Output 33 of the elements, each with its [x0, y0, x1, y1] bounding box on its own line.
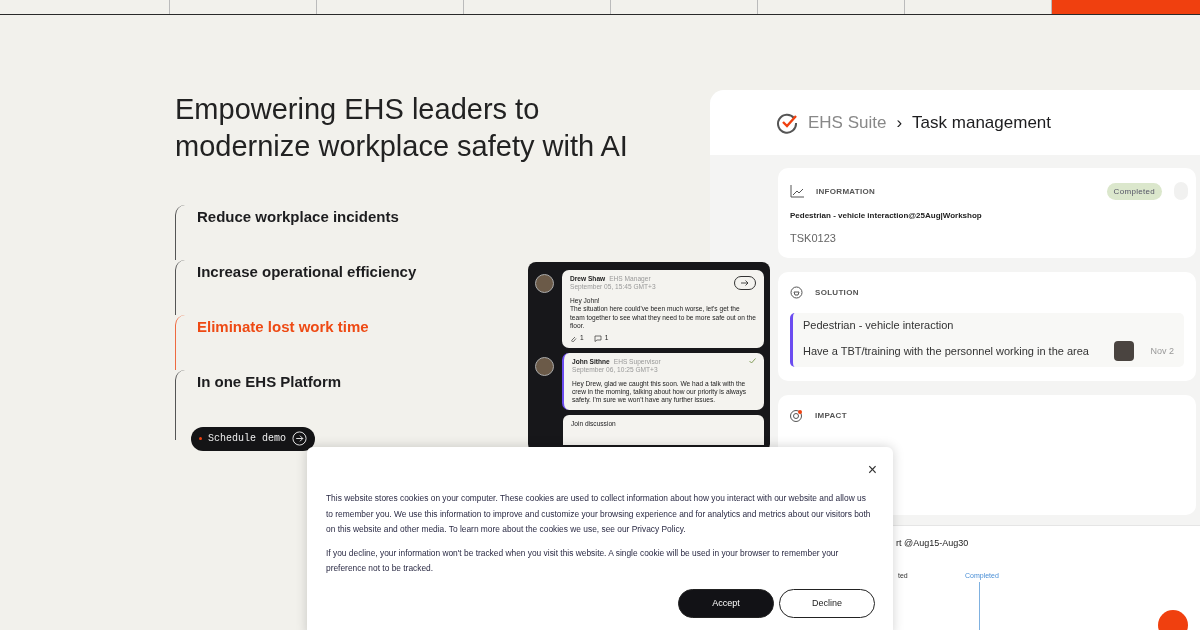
card-title: IMPACT — [815, 411, 847, 420]
card-title: INFORMATION — [816, 186, 876, 196]
status-badge: Completed — [1106, 182, 1162, 200]
schedule-demo-button[interactable]: Schedule demo — [191, 426, 315, 451]
comment-icon — [593, 335, 602, 343]
benefit-tab[interactable]: Increase operational efficiency — [175, 260, 417, 315]
due-date: Nov 2 — [1150, 346, 1174, 356]
check-icon — [749, 357, 756, 364]
accept-button[interactable]: Accept — [678, 588, 774, 618]
check-logo-icon — [776, 111, 798, 134]
arrow-icon — [741, 280, 749, 286]
card-title: SOLUTION — [815, 288, 859, 297]
paperclip-icon — [570, 335, 577, 343]
product-name: EHS Suite — [808, 112, 887, 133]
solution-action: Have a TBT/training with the personnel working in the area — [803, 345, 1089, 357]
avatar-placeholder — [535, 356, 554, 376]
timeline-title: rt @Aug15-Aug30 — [896, 538, 969, 548]
close-button[interactable]: × — [867, 463, 877, 477]
cookie-text: If you decline, your information won't be tracked when you visit this website. A single cookie will be used in your browser to remember your preference not to be tracked. — [326, 546, 840, 575]
target-icon — [790, 409, 803, 422]
decline-button[interactable]: Decline — [779, 588, 875, 618]
hero-headline: Empowering EHS leaders to modernize workplace safety with AI — [175, 92, 629, 164]
task-name: Pedestrian - vehicle interaction@25Aug|Workshop — [790, 211, 983, 220]
avatar-placeholder — [1114, 341, 1135, 361]
bulb-icon — [790, 286, 803, 299]
page-title: Task management — [912, 112, 1051, 133]
benefit-tab[interactable]: Reduce workplace incidents — [175, 205, 399, 260]
solution-heading: Pedestrian - vehicle interaction — [803, 319, 955, 331]
breadcrumb-separator: › — [896, 112, 903, 133]
avatar-placeholder — [535, 274, 554, 293]
task-id: TSK0123 — [790, 232, 837, 244]
cookie-text: This website stores cookies on your computer. These cookies are used to collect information about how you interact with our website and allow us to remember you. We use this information to improve and customize your browsing experience and for analytics and metrics about our visitors both on this website and other media. To learn more about the cookies we use, see our Privacy Policy. — [326, 492, 872, 536]
chart-icon — [790, 184, 804, 198]
